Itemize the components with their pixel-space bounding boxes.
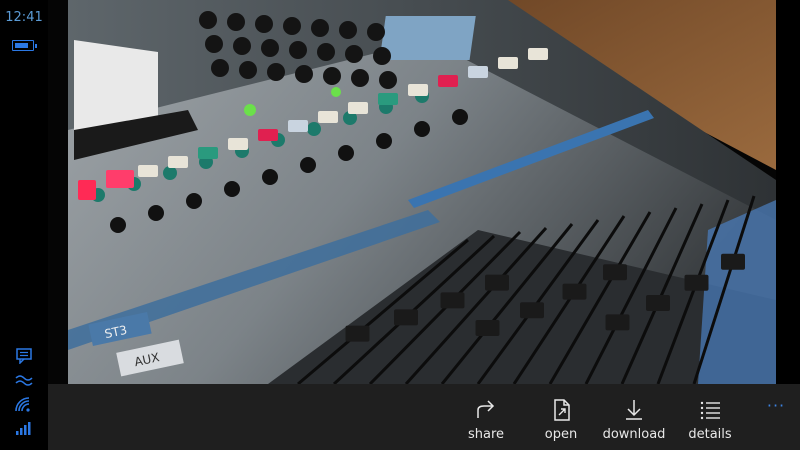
console-button bbox=[288, 120, 308, 132]
console-knob bbox=[376, 133, 392, 149]
console-button bbox=[468, 66, 488, 78]
console-knob bbox=[283, 17, 301, 35]
details-list-icon bbox=[700, 401, 720, 420]
console-button bbox=[138, 165, 158, 177]
fader-cap bbox=[562, 283, 587, 300]
console-knob bbox=[339, 21, 357, 39]
download-icon bbox=[626, 400, 642, 420]
open-file-icon bbox=[554, 399, 570, 421]
console-knob bbox=[110, 217, 126, 233]
app-bar: share open download details ··· bbox=[48, 384, 800, 450]
console-button bbox=[408, 84, 428, 96]
download-button[interactable]: download bbox=[594, 384, 674, 450]
console-button bbox=[498, 57, 518, 69]
mixing-console-photo: ST3 AUX bbox=[68, 0, 776, 384]
console-knob bbox=[211, 59, 229, 77]
console-knob bbox=[311, 19, 329, 37]
console-knob bbox=[261, 39, 279, 57]
right-edge bbox=[776, 0, 800, 384]
details-button[interactable]: details bbox=[670, 384, 750, 450]
fader-cap bbox=[394, 309, 418, 326]
fader-cap bbox=[605, 314, 630, 331]
console-knob bbox=[224, 181, 240, 197]
status-rail: 12:41 bbox=[0, 0, 48, 450]
console-knob bbox=[351, 69, 369, 87]
fader-cap bbox=[603, 264, 627, 281]
signal-wave-icon bbox=[15, 375, 33, 386]
console-button bbox=[198, 147, 218, 159]
fader-cap bbox=[721, 253, 745, 270]
console-knob bbox=[239, 61, 257, 79]
console-knob bbox=[307, 122, 321, 136]
console-button bbox=[378, 93, 398, 105]
fader-cap bbox=[646, 295, 670, 311]
console-knob bbox=[199, 11, 217, 29]
console-button bbox=[228, 138, 248, 150]
clock: 12:41 bbox=[5, 10, 43, 25]
console-knob bbox=[186, 193, 202, 209]
fader-cap bbox=[475, 320, 500, 336]
console-knob bbox=[373, 47, 391, 65]
cell-signal-icon bbox=[16, 422, 31, 435]
console-knob bbox=[452, 109, 468, 125]
more-options-button[interactable]: ··· bbox=[764, 396, 788, 416]
console-led bbox=[244, 104, 256, 116]
console-knob bbox=[289, 41, 307, 59]
download-label: download bbox=[602, 427, 666, 442]
share-icon bbox=[477, 400, 495, 418]
details-label: details bbox=[688, 427, 732, 442]
console-knob bbox=[227, 13, 245, 31]
console-knob bbox=[267, 63, 285, 81]
message-icon bbox=[16, 348, 32, 364]
console-knob bbox=[148, 205, 164, 221]
console-knob bbox=[379, 71, 397, 89]
console-knob bbox=[317, 43, 335, 61]
console-button bbox=[438, 75, 458, 87]
fader-cap bbox=[520, 302, 544, 319]
photo-viewer[interactable]: ST3 AUX bbox=[48, 0, 776, 384]
console-knob bbox=[163, 166, 177, 180]
console-knob bbox=[205, 35, 223, 53]
share-button[interactable]: share bbox=[446, 384, 526, 450]
fader-cap bbox=[440, 292, 465, 309]
console-button bbox=[528, 48, 548, 60]
console-button bbox=[258, 129, 278, 141]
open-label: open bbox=[544, 427, 578, 442]
console-knob bbox=[414, 121, 430, 137]
console-button bbox=[318, 111, 338, 123]
console-knob bbox=[233, 37, 251, 55]
console-knob bbox=[323, 67, 341, 85]
console-led bbox=[331, 87, 341, 97]
console-button bbox=[348, 102, 368, 114]
console-knob bbox=[255, 15, 273, 33]
fader-cap bbox=[345, 325, 370, 342]
console-button bbox=[168, 156, 188, 168]
battery-icon bbox=[12, 40, 37, 51]
fader-cap bbox=[684, 274, 709, 291]
console-knob bbox=[367, 23, 385, 41]
console-button bbox=[106, 170, 134, 188]
fader-cap bbox=[485, 274, 509, 291]
console-knob bbox=[345, 45, 363, 63]
open-button[interactable]: open bbox=[521, 384, 601, 450]
console-knob bbox=[262, 169, 278, 185]
share-label: share bbox=[467, 427, 505, 442]
console-knob bbox=[295, 65, 313, 83]
wifi-icon bbox=[15, 397, 30, 412]
console-knob bbox=[338, 145, 354, 161]
console-button bbox=[78, 180, 96, 200]
console-knob bbox=[300, 157, 316, 173]
